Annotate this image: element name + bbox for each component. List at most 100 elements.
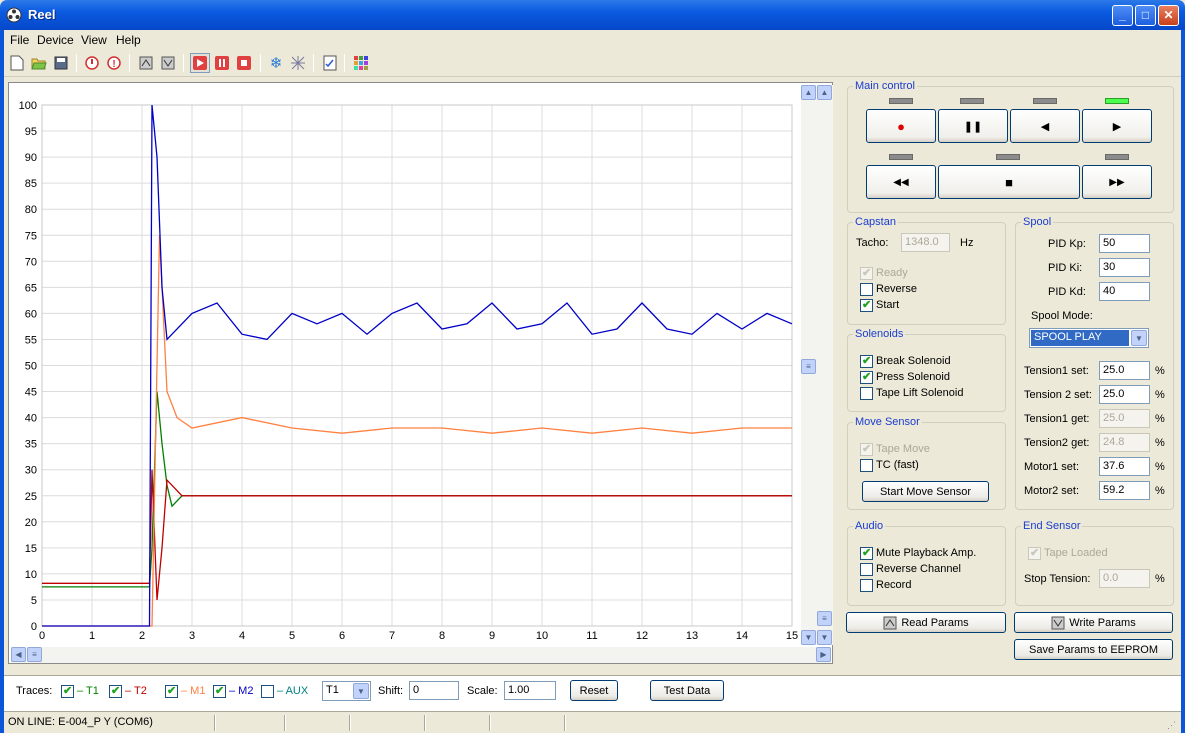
tape-lift-solenoid-checkbox[interactable]: Tape Lift Solenoid	[860, 385, 963, 401]
trace-m1-checkbox[interactable]: – M1	[165, 683, 205, 699]
save-button[interactable]	[51, 53, 71, 73]
fast-forward-button[interactable]: ▶▶	[1082, 165, 1152, 199]
shift-field[interactable]: 0	[409, 681, 459, 700]
scroll-up-icon[interactable]: ▲	[801, 85, 816, 100]
pid-kd-label: PID Kd:	[1048, 286, 1086, 298]
pid-kp-field[interactable]: 50	[1099, 234, 1150, 253]
reset-button[interactable]: Reset	[570, 680, 618, 701]
play-tool-button[interactable]	[190, 53, 210, 73]
move-sensor-legend: Move Sensor	[855, 416, 920, 428]
trace-aux-checkbox[interactable]: – AUX	[261, 683, 308, 699]
scale-field[interactable]: 1.00	[504, 681, 556, 700]
minimize-button[interactable]: _	[1112, 5, 1133, 26]
menu-file[interactable]: File	[10, 33, 29, 47]
tension2-get-unit: %	[1155, 437, 1165, 449]
motor1-set-field[interactable]: 37.6	[1099, 457, 1150, 476]
pid-ki-field[interactable]: 30	[1099, 258, 1150, 277]
disconnect-button[interactable]: !	[104, 53, 124, 73]
read-params-button[interactable]: Read Params	[846, 612, 1006, 633]
trace-t1-checkbox[interactable]: – T1	[61, 683, 99, 699]
save-eeprom-button[interactable]: Save Params to EEPROM	[1014, 639, 1173, 660]
maximize-button[interactable]: □	[1135, 5, 1156, 26]
toolbar-separator	[183, 54, 184, 72]
spool-mode-value: SPOOL PLAY	[1030, 329, 1130, 347]
scroll-left-icon[interactable]: ◀	[11, 647, 26, 662]
trace-select[interactable]: T1 ▼	[322, 681, 371, 701]
y-tick-label: 40	[25, 413, 37, 425]
y-tick-label: 5	[31, 595, 37, 607]
record-checkbox[interactable]: Record	[860, 577, 911, 593]
pause-tool-button[interactable]	[212, 53, 232, 73]
play-button[interactable]: ▶	[1082, 109, 1152, 143]
chart-vscroll-b[interactable]: ▲ ≡ ▼	[817, 85, 833, 645]
scroll-down-icon[interactable]: ▼	[801, 630, 816, 645]
rewind-button[interactable]: ◀◀	[866, 165, 936, 199]
y-tick-label: 20	[25, 517, 37, 529]
open-file-button[interactable]	[29, 53, 49, 73]
fast-forward-led	[1105, 154, 1129, 160]
menu-help[interactable]: Help	[116, 33, 141, 47]
grid-tool-button[interactable]	[351, 53, 371, 73]
write-params-button[interactable]: Write Params	[1014, 612, 1173, 633]
write-params-label: Write Params	[1069, 616, 1136, 629]
tacho-field: 1348.0	[901, 233, 950, 252]
record-button[interactable]: ●	[866, 109, 936, 143]
menu-view[interactable]: View	[81, 33, 107, 47]
traces-label: Traces:	[16, 685, 53, 697]
mute-playback-checkbox[interactable]: Mute Playback Amp.	[860, 545, 976, 561]
menu-device[interactable]: Device	[37, 33, 74, 47]
stop-button[interactable]: ■	[938, 165, 1080, 199]
dropdown-arrow-icon[interactable]: ▼	[353, 683, 369, 699]
new-file-button[interactable]	[7, 53, 27, 73]
motor2-set-field[interactable]: 59.2	[1099, 481, 1150, 500]
read-params-tool-button[interactable]	[136, 53, 156, 73]
reel-app-icon	[6, 7, 22, 23]
report-tool-button[interactable]	[320, 53, 340, 73]
scroll-thumb[interactable]: ≡	[801, 359, 816, 374]
freeze-tool-button[interactable]: ❄	[266, 53, 286, 73]
break-solenoid-checkbox[interactable]: Break Solenoid	[860, 353, 951, 369]
trace-t2-checkbox[interactable]: – T2	[109, 683, 147, 699]
capstan-reverse-checkbox[interactable]: Reverse	[860, 281, 917, 297]
x-tick-label: 15	[786, 630, 798, 642]
tension2-set-field[interactable]: 25.0	[1099, 385, 1150, 404]
scroll-thumb[interactable]: ≡	[27, 647, 42, 662]
reverse-channel-checkbox[interactable]: Reverse Channel	[860, 561, 961, 577]
scroll-thumb[interactable]: ≡	[817, 611, 832, 626]
y-tick-label: 10	[25, 569, 37, 581]
toolbar: ! ❄	[4, 50, 1181, 77]
dropdown-arrow-icon[interactable]: ▼	[1131, 330, 1147, 346]
start-move-sensor-button[interactable]: Start Move Sensor	[862, 481, 989, 502]
pause-button[interactable]: ❚❚	[938, 109, 1008, 143]
close-button[interactable]: ✕	[1158, 5, 1179, 26]
capstan-start-checkbox[interactable]: Start	[860, 297, 899, 313]
scroll-right-icon[interactable]: ▶	[816, 647, 831, 662]
record-led	[889, 98, 913, 104]
write-params-tool-button[interactable]	[158, 53, 178, 73]
stop-tension-field: 0.0	[1099, 569, 1150, 588]
spool-mode-select[interactable]: SPOOL PLAY ▼	[1029, 328, 1149, 348]
scale-label: Scale:	[467, 685, 498, 697]
test-data-button[interactable]: Test Data	[650, 680, 724, 701]
snowflake-icon: ❄	[269, 55, 283, 72]
tune-tool-button[interactable]	[288, 53, 308, 73]
tc-fast-checkbox[interactable]: TC (fast)	[860, 457, 919, 473]
read-params-label: Read Params	[901, 616, 969, 629]
chart-hscroll[interactable]: ◀ ≡ ▶	[11, 647, 831, 663]
tension1-set-unit: %	[1155, 365, 1165, 377]
tuning-icon	[291, 56, 305, 70]
y-tick-label: 45	[25, 387, 37, 399]
scroll-down-icon[interactable]: ▼	[817, 630, 832, 645]
stop-tool-button[interactable]	[234, 53, 254, 73]
resize-grip-icon[interactable]: ⋰	[1167, 720, 1179, 732]
scroll-up-icon[interactable]: ▲	[817, 85, 832, 100]
minimize-icon: _	[1119, 8, 1126, 22]
press-solenoid-checkbox[interactable]: Press Solenoid	[860, 369, 950, 385]
back-button[interactable]: ◀	[1010, 109, 1080, 143]
tension1-set-field[interactable]: 25.0	[1099, 361, 1150, 380]
title-bar: Reel _ □ ✕	[0, 0, 1185, 30]
trace-m2-checkbox[interactable]: – M2	[213, 683, 253, 699]
pid-kd-field[interactable]: 40	[1099, 282, 1150, 301]
chart-vscroll-a[interactable]: ▲ ≡ ▼	[801, 85, 817, 645]
connect-button[interactable]	[82, 53, 102, 73]
